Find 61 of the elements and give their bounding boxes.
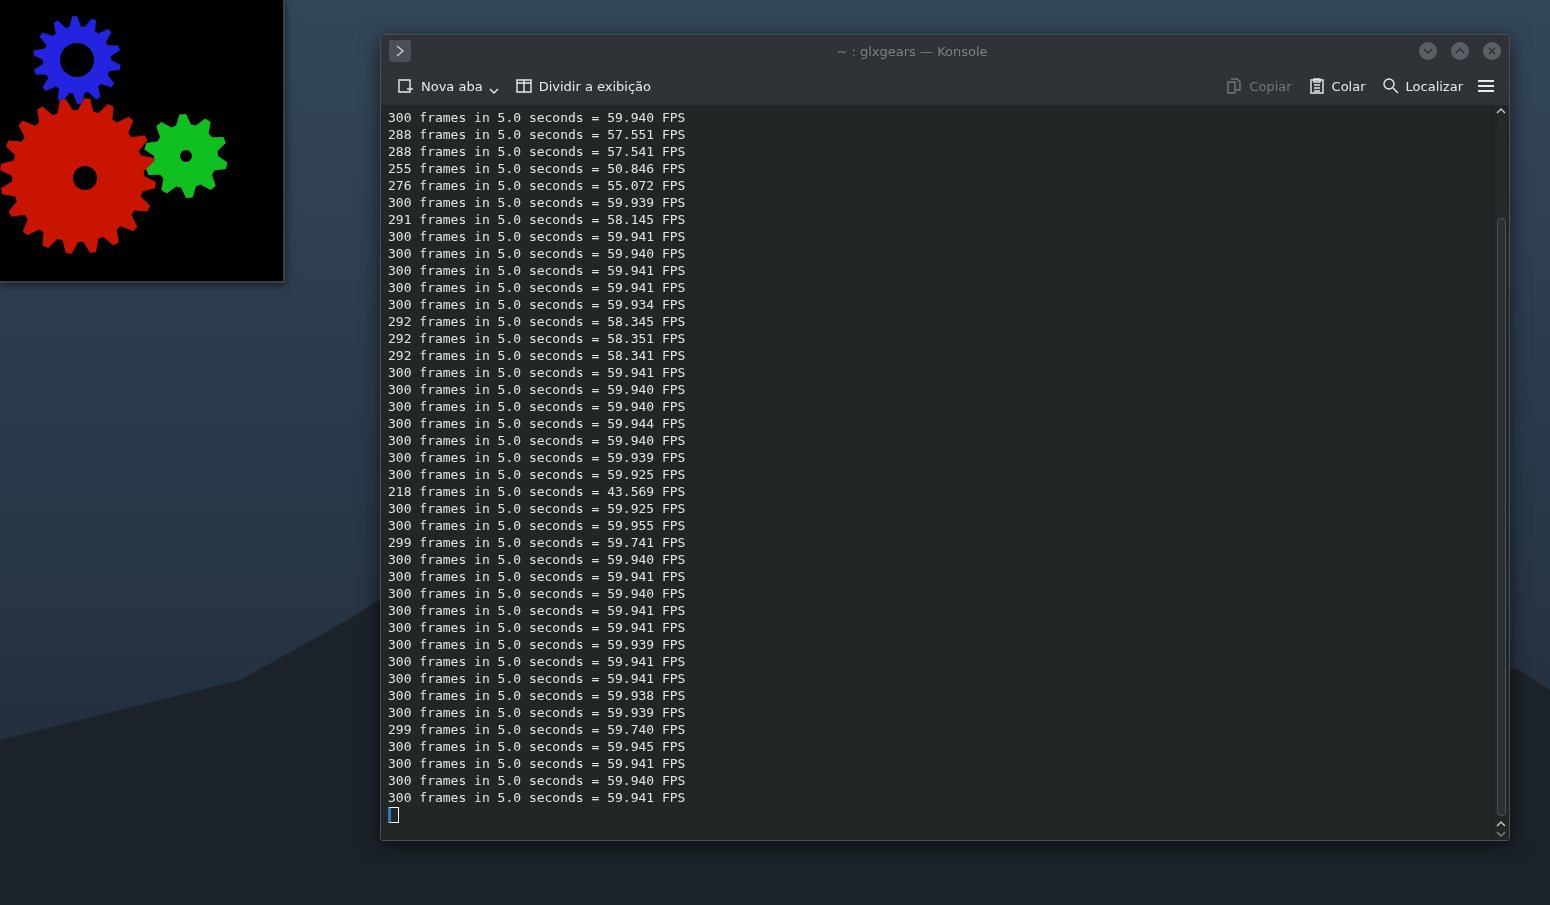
terminal-line: 300 frames in 5.0 seconds = 59.925 FPS (388, 466, 686, 483)
terminal-line: 300 frames in 5.0 seconds = 59.940 FPS (388, 398, 686, 415)
terminal-line: 300 frames in 5.0 seconds = 59.941 FPS (388, 279, 686, 296)
terminal-line: 300 frames in 5.0 seconds = 59.934 FPS (388, 296, 686, 313)
terminal-line: 300 frames in 5.0 seconds = 59.941 FPS (388, 670, 686, 687)
search-icon (1381, 77, 1400, 95)
scroll-up-icon[interactable] (1496, 107, 1506, 114)
terminal-line: 300 frames in 5.0 seconds = 59.941 FPS (388, 653, 686, 670)
terminal-line: 300 frames in 5.0 seconds = 59.940 FPS (388, 109, 686, 126)
terminal-line: 292 frames in 5.0 seconds = 58.341 FPS (388, 347, 686, 364)
terminal-line: 255 frames in 5.0 seconds = 50.846 FPS (388, 160, 686, 177)
terminal-line: 300 frames in 5.0 seconds = 59.941 FPS (388, 568, 686, 585)
terminal-line: 300 frames in 5.0 seconds = 59.939 FPS (388, 704, 686, 721)
scroll-up-icon[interactable] (1496, 820, 1506, 827)
terminal-line: 300 frames in 5.0 seconds = 59.941 FPS (388, 262, 686, 279)
menu-icon (1477, 78, 1495, 94)
terminal-line: 300 frames in 5.0 seconds = 59.939 FPS (388, 449, 686, 466)
terminal-line: 300 frames in 5.0 seconds = 59.945 FPS (388, 738, 686, 755)
terminal-line: 300 frames in 5.0 seconds = 59.940 FPS (388, 551, 686, 568)
terminal-line: 288 frames in 5.0 seconds = 57.551 FPS (388, 126, 686, 143)
terminal-line: 300 frames in 5.0 seconds = 59.925 FPS (388, 500, 686, 517)
terminal-line: 300 frames in 5.0 seconds = 59.941 FPS (388, 228, 686, 245)
terminal-line: 299 frames in 5.0 seconds = 59.740 FPS (388, 721, 686, 738)
terminal-line: 300 frames in 5.0 seconds = 59.941 FPS (388, 602, 686, 619)
split-view-icon (514, 77, 533, 95)
chevron-down-icon (1423, 47, 1433, 55)
new-tab-button[interactable]: Nova aba (391, 73, 505, 99)
terminal-line: 292 frames in 5.0 seconds = 58.345 FPS (388, 313, 686, 330)
terminal-line: 300 frames in 5.0 seconds = 59.940 FPS (388, 381, 686, 398)
terminal-line: 276 frames in 5.0 seconds = 55.072 FPS (388, 177, 686, 194)
terminal-line: 218 frames in 5.0 seconds = 43.569 FPS (388, 483, 686, 500)
terminal-line: 300 frames in 5.0 seconds = 59.938 FPS (388, 687, 686, 704)
text-cursor (388, 807, 399, 823)
terminal-line: 300 frames in 5.0 seconds = 59.940 FPS (388, 585, 686, 602)
find-button[interactable]: Localizar (1375, 73, 1469, 99)
terminal-line: 300 frames in 5.0 seconds = 59.940 FPS (388, 245, 686, 262)
clipboard-icon (1307, 77, 1326, 95)
new-tab-icon (397, 77, 415, 95)
window-title: ~ : glxgears — Konsole (835, 43, 989, 59)
close-icon (1488, 47, 1496, 55)
caret-icon (488, 87, 499, 95)
terminal-icon[interactable] (389, 40, 411, 62)
terminal-line: 300 frames in 5.0 seconds = 59.955 FPS (388, 517, 686, 534)
chevron-up-icon (1455, 47, 1465, 55)
split-view-button[interactable]: Dividir a exibição (508, 73, 658, 99)
terminal-line: 300 frames in 5.0 seconds = 59.941 FPS (388, 755, 686, 772)
terminal-line: 300 frames in 5.0 seconds = 59.939 FPS (388, 194, 686, 211)
terminal-line: 291 frames in 5.0 seconds = 58.145 FPS (388, 211, 686, 228)
terminal-line: 300 frames in 5.0 seconds = 59.941 FPS (388, 789, 686, 806)
terminal-line: 300 frames in 5.0 seconds = 59.940 FPS (388, 772, 686, 789)
scroll-down-icon[interactable] (1496, 831, 1506, 838)
paste-button[interactable]: Colar (1301, 73, 1372, 99)
terminal-line: 300 frames in 5.0 seconds = 59.941 FPS (388, 619, 686, 636)
terminal-line: 300 frames in 5.0 seconds = 59.940 FPS (388, 432, 686, 449)
terminal-line: 300 frames in 5.0 seconds = 59.939 FPS (388, 636, 686, 653)
terminal-line: 300 frames in 5.0 seconds = 59.941 FPS (388, 364, 686, 381)
terminal-line: 288 frames in 5.0 seconds = 57.541 FPS (388, 143, 686, 160)
terminal-line: 300 frames in 5.0 seconds = 59.944 FPS (388, 415, 686, 432)
terminal-line: 292 frames in 5.0 seconds = 58.351 FPS (388, 330, 686, 347)
copy-icon (1225, 77, 1244, 95)
terminal-line: 299 frames in 5.0 seconds = 59.741 FPS (388, 534, 686, 551)
